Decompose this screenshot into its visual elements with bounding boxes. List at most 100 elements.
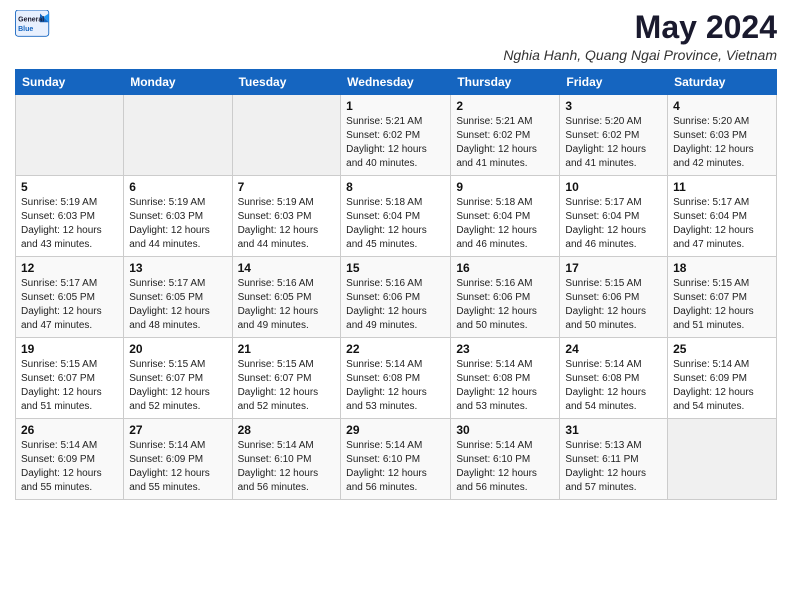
day-number: 12 [21, 261, 118, 275]
calendar-table: Sunday Monday Tuesday Wednesday Thursday… [15, 69, 777, 500]
table-row [668, 419, 777, 500]
table-row: 26 Sunrise: 5:14 AM Sunset: 6:09 PM Dayl… [16, 419, 124, 500]
day-info: Sunrise: 5:14 AM Sunset: 6:08 PM Dayligh… [565, 358, 662, 414]
day-number: 11 [673, 180, 771, 194]
day-info: Sunrise: 5:16 AM Sunset: 6:06 PM Dayligh… [346, 277, 445, 333]
day-info: Sunrise: 5:21 AM Sunset: 6:02 PM Dayligh… [346, 115, 445, 171]
day-number: 20 [129, 342, 226, 356]
calendar-week-5: 26 Sunrise: 5:14 AM Sunset: 6:09 PM Dayl… [16, 419, 777, 500]
table-row: 28 Sunrise: 5:14 AM Sunset: 6:10 PM Dayl… [232, 419, 341, 500]
svg-text:General: General [18, 16, 44, 23]
day-number: 4 [673, 99, 771, 113]
table-row: 21 Sunrise: 5:15 AM Sunset: 6:07 PM Dayl… [232, 338, 341, 419]
table-row: 14 Sunrise: 5:16 AM Sunset: 6:05 PM Dayl… [232, 257, 341, 338]
day-number: 6 [129, 180, 226, 194]
table-row: 16 Sunrise: 5:16 AM Sunset: 6:06 PM Dayl… [451, 257, 560, 338]
day-info: Sunrise: 5:14 AM Sunset: 6:10 PM Dayligh… [238, 439, 336, 495]
table-row: 6 Sunrise: 5:19 AM Sunset: 6:03 PM Dayli… [124, 176, 232, 257]
day-info: Sunrise: 5:15 AM Sunset: 6:07 PM Dayligh… [21, 358, 118, 414]
header-saturday: Saturday [668, 70, 777, 95]
table-row: 13 Sunrise: 5:17 AM Sunset: 6:05 PM Dayl… [124, 257, 232, 338]
day-number: 17 [565, 261, 662, 275]
day-number: 25 [673, 342, 771, 356]
day-number: 18 [673, 261, 771, 275]
svg-text:Blue: Blue [18, 26, 33, 33]
day-info: Sunrise: 5:20 AM Sunset: 6:03 PM Dayligh… [673, 115, 771, 171]
day-info: Sunrise: 5:18 AM Sunset: 6:04 PM Dayligh… [456, 196, 554, 252]
main-title: May 2024 [503, 10, 777, 45]
day-info: Sunrise: 5:20 AM Sunset: 6:02 PM Dayligh… [565, 115, 662, 171]
day-info: Sunrise: 5:14 AM Sunset: 6:08 PM Dayligh… [456, 358, 554, 414]
day-number: 16 [456, 261, 554, 275]
header-thursday: Thursday [451, 70, 560, 95]
day-info: Sunrise: 5:14 AM Sunset: 6:09 PM Dayligh… [21, 439, 118, 495]
table-row: 4 Sunrise: 5:20 AM Sunset: 6:03 PM Dayli… [668, 95, 777, 176]
table-row: 19 Sunrise: 5:15 AM Sunset: 6:07 PM Dayl… [16, 338, 124, 419]
day-number: 14 [238, 261, 336, 275]
table-row [16, 95, 124, 176]
header-monday: Monday [124, 70, 232, 95]
table-row: 24 Sunrise: 5:14 AM Sunset: 6:08 PM Dayl… [560, 338, 668, 419]
logo: General Blue [15, 10, 51, 38]
day-info: Sunrise: 5:17 AM Sunset: 6:05 PM Dayligh… [21, 277, 118, 333]
table-row: 15 Sunrise: 5:16 AM Sunset: 6:06 PM Dayl… [341, 257, 451, 338]
header-friday: Friday [560, 70, 668, 95]
day-info: Sunrise: 5:19 AM Sunset: 6:03 PM Dayligh… [21, 196, 118, 252]
table-row: 29 Sunrise: 5:14 AM Sunset: 6:10 PM Dayl… [341, 419, 451, 500]
header-sunday: Sunday [16, 70, 124, 95]
day-info: Sunrise: 5:19 AM Sunset: 6:03 PM Dayligh… [238, 196, 336, 252]
day-info: Sunrise: 5:16 AM Sunset: 6:05 PM Dayligh… [238, 277, 336, 333]
day-number: 26 [21, 423, 118, 437]
table-row: 27 Sunrise: 5:14 AM Sunset: 6:09 PM Dayl… [124, 419, 232, 500]
day-number: 5 [21, 180, 118, 194]
day-number: 15 [346, 261, 445, 275]
day-info: Sunrise: 5:17 AM Sunset: 6:04 PM Dayligh… [673, 196, 771, 252]
day-number: 19 [21, 342, 118, 356]
day-number: 13 [129, 261, 226, 275]
day-info: Sunrise: 5:21 AM Sunset: 6:02 PM Dayligh… [456, 115, 554, 171]
page: General Blue May 2024 Nghia Hanh, Quang … [0, 0, 792, 515]
day-info: Sunrise: 5:15 AM Sunset: 6:07 PM Dayligh… [673, 277, 771, 333]
table-row: 8 Sunrise: 5:18 AM Sunset: 6:04 PM Dayli… [341, 176, 451, 257]
day-number: 23 [456, 342, 554, 356]
day-number: 9 [456, 180, 554, 194]
table-row: 7 Sunrise: 5:19 AM Sunset: 6:03 PM Dayli… [232, 176, 341, 257]
table-row: 5 Sunrise: 5:19 AM Sunset: 6:03 PM Dayli… [16, 176, 124, 257]
day-number: 30 [456, 423, 554, 437]
table-row: 3 Sunrise: 5:20 AM Sunset: 6:02 PM Dayli… [560, 95, 668, 176]
calendar-header-row: Sunday Monday Tuesday Wednesday Thursday… [16, 70, 777, 95]
calendar-week-1: 1 Sunrise: 5:21 AM Sunset: 6:02 PM Dayli… [16, 95, 777, 176]
table-row: 10 Sunrise: 5:17 AM Sunset: 6:04 PM Dayl… [560, 176, 668, 257]
day-number: 3 [565, 99, 662, 113]
table-row: 18 Sunrise: 5:15 AM Sunset: 6:07 PM Dayl… [668, 257, 777, 338]
table-row [124, 95, 232, 176]
table-row: 23 Sunrise: 5:14 AM Sunset: 6:08 PM Dayl… [451, 338, 560, 419]
table-row: 25 Sunrise: 5:14 AM Sunset: 6:09 PM Dayl… [668, 338, 777, 419]
day-number: 1 [346, 99, 445, 113]
table-row: 31 Sunrise: 5:13 AM Sunset: 6:11 PM Dayl… [560, 419, 668, 500]
table-row [232, 95, 341, 176]
table-row: 11 Sunrise: 5:17 AM Sunset: 6:04 PM Dayl… [668, 176, 777, 257]
day-info: Sunrise: 5:13 AM Sunset: 6:11 PM Dayligh… [565, 439, 662, 495]
day-info: Sunrise: 5:19 AM Sunset: 6:03 PM Dayligh… [129, 196, 226, 252]
table-row: 17 Sunrise: 5:15 AM Sunset: 6:06 PM Dayl… [560, 257, 668, 338]
day-number: 22 [346, 342, 445, 356]
subtitle: Nghia Hanh, Quang Ngai Province, Vietnam [503, 47, 777, 63]
table-row: 12 Sunrise: 5:17 AM Sunset: 6:05 PM Dayl… [16, 257, 124, 338]
table-row: 20 Sunrise: 5:15 AM Sunset: 6:07 PM Dayl… [124, 338, 232, 419]
table-row: 22 Sunrise: 5:14 AM Sunset: 6:08 PM Dayl… [341, 338, 451, 419]
day-info: Sunrise: 5:15 AM Sunset: 6:07 PM Dayligh… [238, 358, 336, 414]
day-number: 2 [456, 99, 554, 113]
calendar-week-3: 12 Sunrise: 5:17 AM Sunset: 6:05 PM Dayl… [16, 257, 777, 338]
header-tuesday: Tuesday [232, 70, 341, 95]
table-row: 9 Sunrise: 5:18 AM Sunset: 6:04 PM Dayli… [451, 176, 560, 257]
day-info: Sunrise: 5:17 AM Sunset: 6:04 PM Dayligh… [565, 196, 662, 252]
table-row: 1 Sunrise: 5:21 AM Sunset: 6:02 PM Dayli… [341, 95, 451, 176]
calendar-week-4: 19 Sunrise: 5:15 AM Sunset: 6:07 PM Dayl… [16, 338, 777, 419]
day-info: Sunrise: 5:17 AM Sunset: 6:05 PM Dayligh… [129, 277, 226, 333]
day-info: Sunrise: 5:18 AM Sunset: 6:04 PM Dayligh… [346, 196, 445, 252]
day-info: Sunrise: 5:14 AM Sunset: 6:10 PM Dayligh… [456, 439, 554, 495]
day-info: Sunrise: 5:14 AM Sunset: 6:09 PM Dayligh… [129, 439, 226, 495]
day-number: 27 [129, 423, 226, 437]
day-number: 24 [565, 342, 662, 356]
